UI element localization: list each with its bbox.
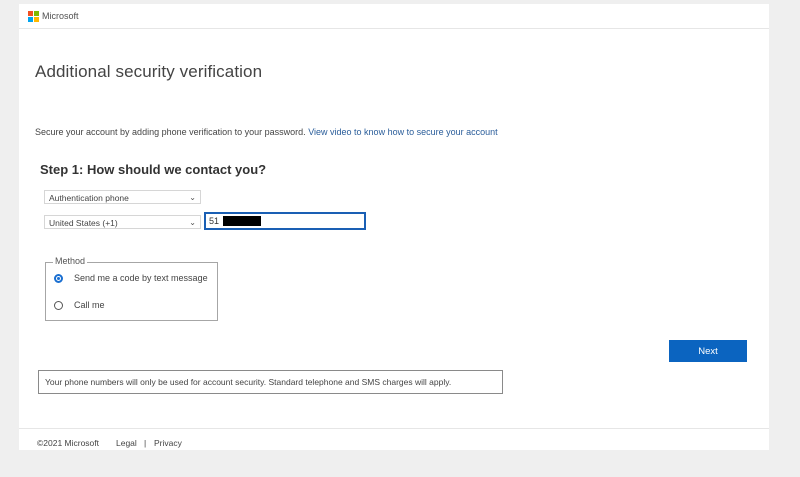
footer: ©2021 Microsoft Legal | Privacy xyxy=(19,428,769,451)
microsoft-logo-icon xyxy=(28,11,39,22)
next-button[interactable]: Next xyxy=(669,340,747,362)
contact-method-value: Authentication phone xyxy=(49,193,129,203)
redaction-box xyxy=(223,216,261,226)
page-card: Microsoft Additional security verificati… xyxy=(19,4,769,450)
phone-number-input[interactable]: 51 xyxy=(204,212,366,230)
legal-link[interactable]: Legal xyxy=(116,438,137,448)
footer-separator: | xyxy=(144,438,147,448)
privacy-link[interactable]: Privacy xyxy=(154,438,182,448)
intro-description: Secure your account by adding phone veri… xyxy=(35,127,306,137)
video-help-link[interactable]: View video to know how to secure your ac… xyxy=(308,127,497,137)
country-code-select[interactable]: United States (+1) ⌄ xyxy=(44,215,201,229)
phone-number-value: 51 xyxy=(209,216,220,226)
step1-title: Step 1: How should we contact you? xyxy=(40,162,267,177)
chevron-down-icon: ⌄ xyxy=(189,193,196,202)
method-group xyxy=(45,262,218,321)
country-code-value: United States (+1) xyxy=(49,218,118,228)
intro-text: Secure your account by adding phone veri… xyxy=(35,127,498,137)
method-legend: Method xyxy=(53,256,88,266)
radio-text-message[interactable] xyxy=(54,274,63,283)
top-bar: Microsoft xyxy=(19,4,769,29)
radio-text-message-label[interactable]: Send me a code by text message xyxy=(74,273,208,283)
copyright: ©2021 Microsoft xyxy=(37,438,100,448)
chevron-down-icon: ⌄ xyxy=(189,218,196,227)
page-title: Additional security verification xyxy=(35,62,263,81)
security-notice: Your phone numbers will only be used for… xyxy=(38,370,503,394)
radio-call-me[interactable] xyxy=(54,301,63,310)
contact-method-select[interactable]: Authentication phone ⌄ xyxy=(44,190,201,204)
radio-call-me-label[interactable]: Call me xyxy=(74,300,105,310)
brand-name: Microsoft xyxy=(42,11,79,21)
